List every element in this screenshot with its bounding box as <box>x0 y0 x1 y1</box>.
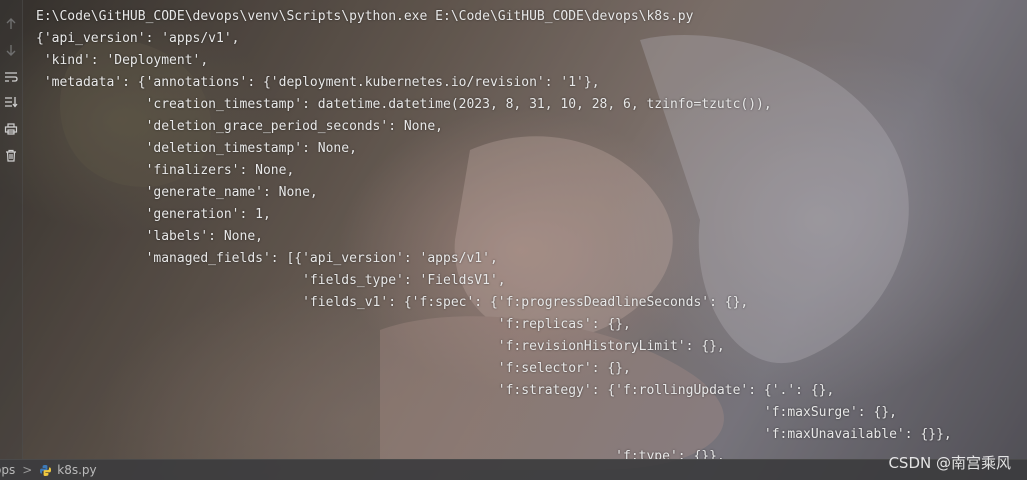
console-line: 'f:selector': {}, <box>36 361 631 376</box>
console-line: E:\Code\GitHUB_CODE\devops\venv\Scripts\… <box>36 9 694 24</box>
breadcrumb: ops > k8s.py <box>0 463 97 477</box>
scroll-to-end-icon[interactable] <box>0 92 22 112</box>
console-line: 'f:revisionHistoryLimit': {}, <box>36 339 725 354</box>
console-line: 'fields_type': 'FieldsV1', <box>36 273 506 288</box>
soft-wrap-icon[interactable] <box>0 67 22 87</box>
arrow-down-icon[interactable] <box>0 40 22 60</box>
console-line: 'f:maxUnavailable': {}}, <box>36 427 952 442</box>
console-line: 'f:strategy': {'f:rollingUpdate': {'.': … <box>36 383 835 398</box>
console-line: 'f:replicas': {}, <box>36 317 631 332</box>
console-line: {'api_version': 'apps/v1', <box>36 31 240 46</box>
python-file-icon <box>39 464 52 477</box>
watermark: CSDN @南宫乘风 <box>888 454 1011 472</box>
console-toolbar <box>0 0 23 460</box>
breadcrumb-separator: > <box>22 463 33 477</box>
breadcrumb-file[interactable]: k8s.py <box>57 463 96 477</box>
console-line: 'deletion_grace_period_seconds': None, <box>36 119 443 134</box>
console-line: 'finalizers': None, <box>36 163 295 178</box>
console-line: 'managed_fields': [{'api_version': 'apps… <box>36 251 498 266</box>
console-line: 'deletion_timestamp': None, <box>36 141 357 156</box>
console-line: 'f:maxSurge': {}, <box>36 405 897 420</box>
console-output[interactable]: E:\Code\GitHUB_CODE\devops\venv\Scripts\… <box>36 6 1027 460</box>
navigation-bar: ops > k8s.py <box>0 459 1027 480</box>
console-line: 'f:type': {}}, <box>36 449 725 460</box>
console-line: 'generate_name': None, <box>36 185 318 200</box>
console-line: 'metadata': {'annotations': {'deployment… <box>36 75 600 90</box>
console-line: 'creation_timestamp': datetime.datetime(… <box>36 97 772 112</box>
arrow-up-icon[interactable] <box>0 14 22 34</box>
console-line: 'labels': None, <box>36 229 263 244</box>
print-icon[interactable] <box>0 119 22 139</box>
console-line: 'fields_v1': {'f:spec': {'f:progressDead… <box>36 295 749 310</box>
console-line: 'generation': 1, <box>36 207 271 222</box>
console-line: 'kind': 'Deployment', <box>36 53 209 68</box>
breadcrumb-project[interactable]: ops <box>0 463 15 477</box>
trash-icon[interactable] <box>0 145 22 165</box>
